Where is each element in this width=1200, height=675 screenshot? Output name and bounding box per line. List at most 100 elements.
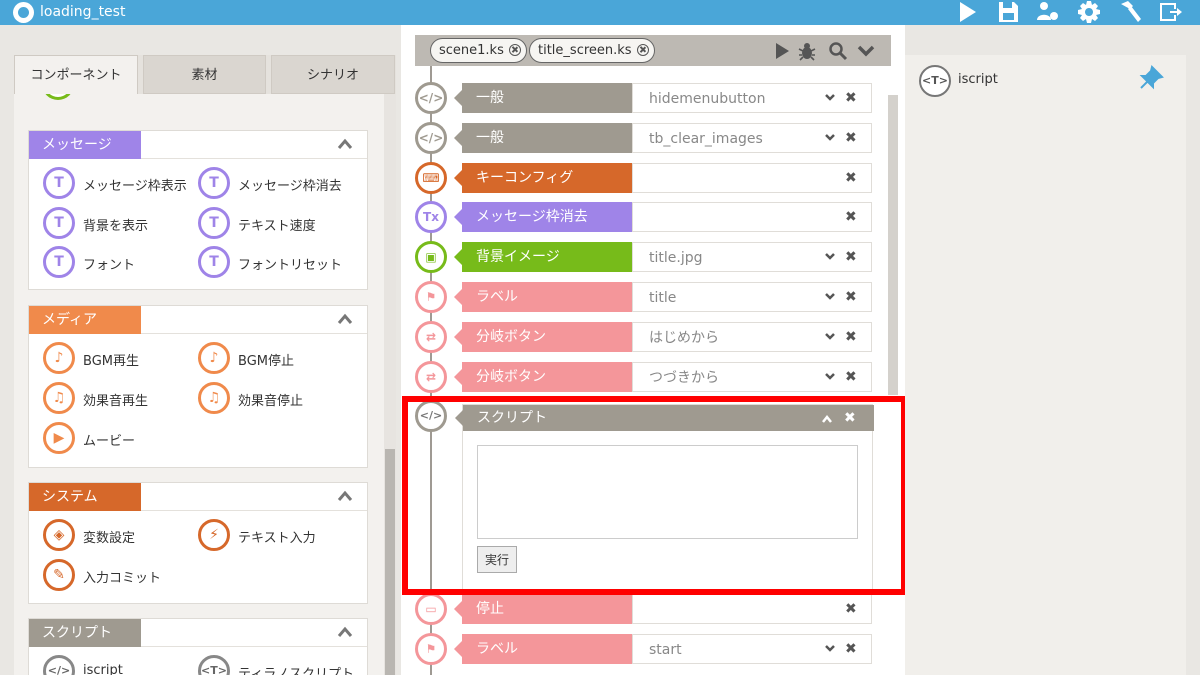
tag-value: tb_clear_images [632, 122, 872, 153]
tag-row[interactable]: </> 一般 tb_clear_images ✖ [415, 121, 873, 154]
tag-value: はじめから [632, 321, 872, 352]
section-script: スクリプト </> iscript <T> ティラノスクリプト [28, 618, 368, 675]
tag-row[interactable]: ▣ 背景イメージ title.jpg ✖ [415, 241, 873, 274]
lightning-icon: ⚡ [198, 519, 230, 551]
code-icon: </> [415, 400, 447, 432]
tab-assets[interactable]: 素材 [143, 55, 266, 94]
tag-node-icon: ▭ [415, 593, 447, 625]
close-icon[interactable]: ✖ [845, 131, 857, 145]
tag-node-icon: ⌨ [415, 161, 447, 194]
tag-row[interactable]: ⚑ ラベル start ✖ [415, 633, 873, 665]
export-icon[interactable] [1157, 0, 1185, 25]
chevron-up-icon[interactable] [337, 137, 353, 151]
item-se-stop[interactable]: ♫ 効果音停止 [198, 382, 358, 416]
pin-icon[interactable] [1138, 65, 1164, 91]
close-circle-icon[interactable] [636, 44, 649, 56]
chevron-down-icon[interactable] [824, 131, 836, 143]
partial-item-icon[interactable] [42, 94, 74, 100]
chevron-down-icon[interactable] [824, 642, 836, 654]
bgm-stop-icon: ♪ [198, 342, 230, 374]
editor-scrollbar[interactable] [888, 95, 898, 395]
chevron-down-icon[interactable] [824, 250, 836, 262]
bug-icon[interactable] [797, 41, 817, 61]
close-icon[interactable]: ✖ [845, 290, 857, 304]
item-movie[interactable]: ▶ ムービー [43, 422, 193, 456]
item-message-hide[interactable]: T メッセージ枠消去 [198, 167, 358, 201]
chevron-up-icon[interactable] [337, 625, 353, 639]
item-background-show[interactable]: T 背景を表示 [43, 207, 193, 241]
tag-row[interactable]: Tx メッセージ枠消去 ✖ [415, 201, 873, 234]
item-se-play[interactable]: ♫ 効果音再生 [43, 382, 193, 416]
tag-row[interactable]: </> 一般 hidemenubutton ✖ [415, 82, 873, 114]
play-icon[interactable] [772, 41, 792, 61]
close-icon[interactable]: ✖ [845, 370, 857, 384]
close-icon[interactable]: ✖ [845, 171, 857, 185]
save-icon[interactable] [995, 0, 1023, 25]
section-title: メディア [29, 306, 141, 334]
tag-row[interactable]: ⚑ ラベル title ✖ [415, 281, 873, 313]
chevron-down-icon[interactable] [824, 330, 836, 342]
tag-row[interactable]: ⌨ キーコンフィグ ✖ [415, 161, 873, 194]
chevron-down-icon[interactable] [824, 91, 836, 103]
close-icon[interactable]: ✖ [845, 330, 857, 344]
item-bgm-stop[interactable]: ♪ BGM停止 [198, 342, 358, 376]
scenario-editor: scene1.ks title_screen.ks </> 一般 hidemenub… [401, 25, 905, 675]
background-show-icon: T [43, 207, 75, 239]
text-speed-icon: T [198, 207, 230, 239]
component-tabs: コンポーネント 素材 シナリオ [14, 55, 396, 94]
se-stop-icon: ♫ [198, 382, 230, 414]
chevron-down-icon[interactable] [856, 41, 876, 61]
item-message-show[interactable]: T メッセージ枠表示 [43, 167, 193, 201]
chevron-down-icon[interactable] [824, 370, 836, 382]
tab-components[interactable]: コンポーネント [14, 55, 138, 94]
tag-row[interactable]: ⇄ 分岐ボタン つづきから ✖ [415, 360, 873, 393]
se-play-icon: ♫ [43, 382, 75, 414]
tab-scenario[interactable]: シナリオ [271, 55, 395, 94]
scene-tab-title-screen[interactable]: title_screen.ks [529, 38, 655, 63]
close-icon[interactable]: ✖ [845, 91, 857, 105]
search-icon[interactable] [828, 41, 848, 61]
section-message: メッセージ T メッセージ枠表示 T メッセージ枠消去 T 背景を表示 T テキ… [28, 130, 368, 290]
item-bgm-play[interactable]: ♪ BGM再生 [43, 342, 193, 376]
tag-row[interactable]: ▭ 停止 ✖ [415, 593, 873, 625]
tag-row[interactable]: ⇄ 分岐ボタン はじめから ✖ [415, 320, 873, 353]
close-icon[interactable]: ✖ [845, 250, 857, 264]
item-text-input[interactable]: ⚡ テキスト入力 [198, 519, 358, 553]
item-tyrano-script[interactable]: <T> ティラノスクリプト [198, 655, 358, 675]
item-font-reset[interactable]: T フォントリセット [198, 246, 358, 280]
chevron-up-icon[interactable] [337, 312, 353, 326]
close-circle-icon[interactable] [508, 44, 521, 56]
title-bar: loading_test [0, 0, 1200, 25]
tag-node-icon: ⚑ [415, 281, 447, 313]
hammer-icon[interactable] [1117, 0, 1145, 25]
left-scrollbar-thumb[interactable] [385, 449, 395, 675]
tag-value [632, 594, 872, 624]
left-scrollbar[interactable] [384, 94, 396, 675]
item-text-speed[interactable]: T テキスト速度 [198, 207, 358, 241]
tag-category: 分岐ボタン [454, 361, 632, 392]
gear-icon[interactable] [1076, 0, 1104, 25]
run-button[interactable]: 実行 [477, 546, 517, 573]
chevron-up-icon[interactable] [337, 489, 353, 503]
script-textarea[interactable] [477, 445, 858, 539]
tag-node-icon: ⚑ [415, 633, 447, 665]
item-font[interactable]: T フォント [43, 246, 193, 280]
scene-tab-scene1[interactable]: scene1.ks [430, 38, 527, 63]
selected-tag-label: iscript [958, 72, 998, 87]
item-input-commit[interactable]: ✎ 入力コミット [43, 559, 193, 593]
script-block-header[interactable]: スクリプト ✖ [455, 405, 874, 431]
users-gear-icon[interactable] [1035, 0, 1063, 25]
close-icon[interactable]: ✖ [845, 602, 857, 616]
section-title: スクリプト [29, 619, 141, 647]
chevron-up-icon[interactable] [821, 413, 833, 425]
app-logo-icon [13, 2, 34, 23]
variable-cube-icon: ◈ [43, 519, 75, 551]
chevron-down-icon[interactable] [824, 290, 836, 302]
close-icon[interactable]: ✖ [845, 210, 857, 224]
item-variable-set[interactable]: ◈ 変数設定 [43, 519, 193, 553]
play-icon[interactable] [954, 0, 982, 25]
font-reset-icon: T [198, 246, 230, 278]
item-iscript[interactable]: </> iscript [43, 655, 193, 675]
close-icon[interactable]: ✖ [844, 405, 856, 431]
close-icon[interactable]: ✖ [845, 642, 857, 656]
